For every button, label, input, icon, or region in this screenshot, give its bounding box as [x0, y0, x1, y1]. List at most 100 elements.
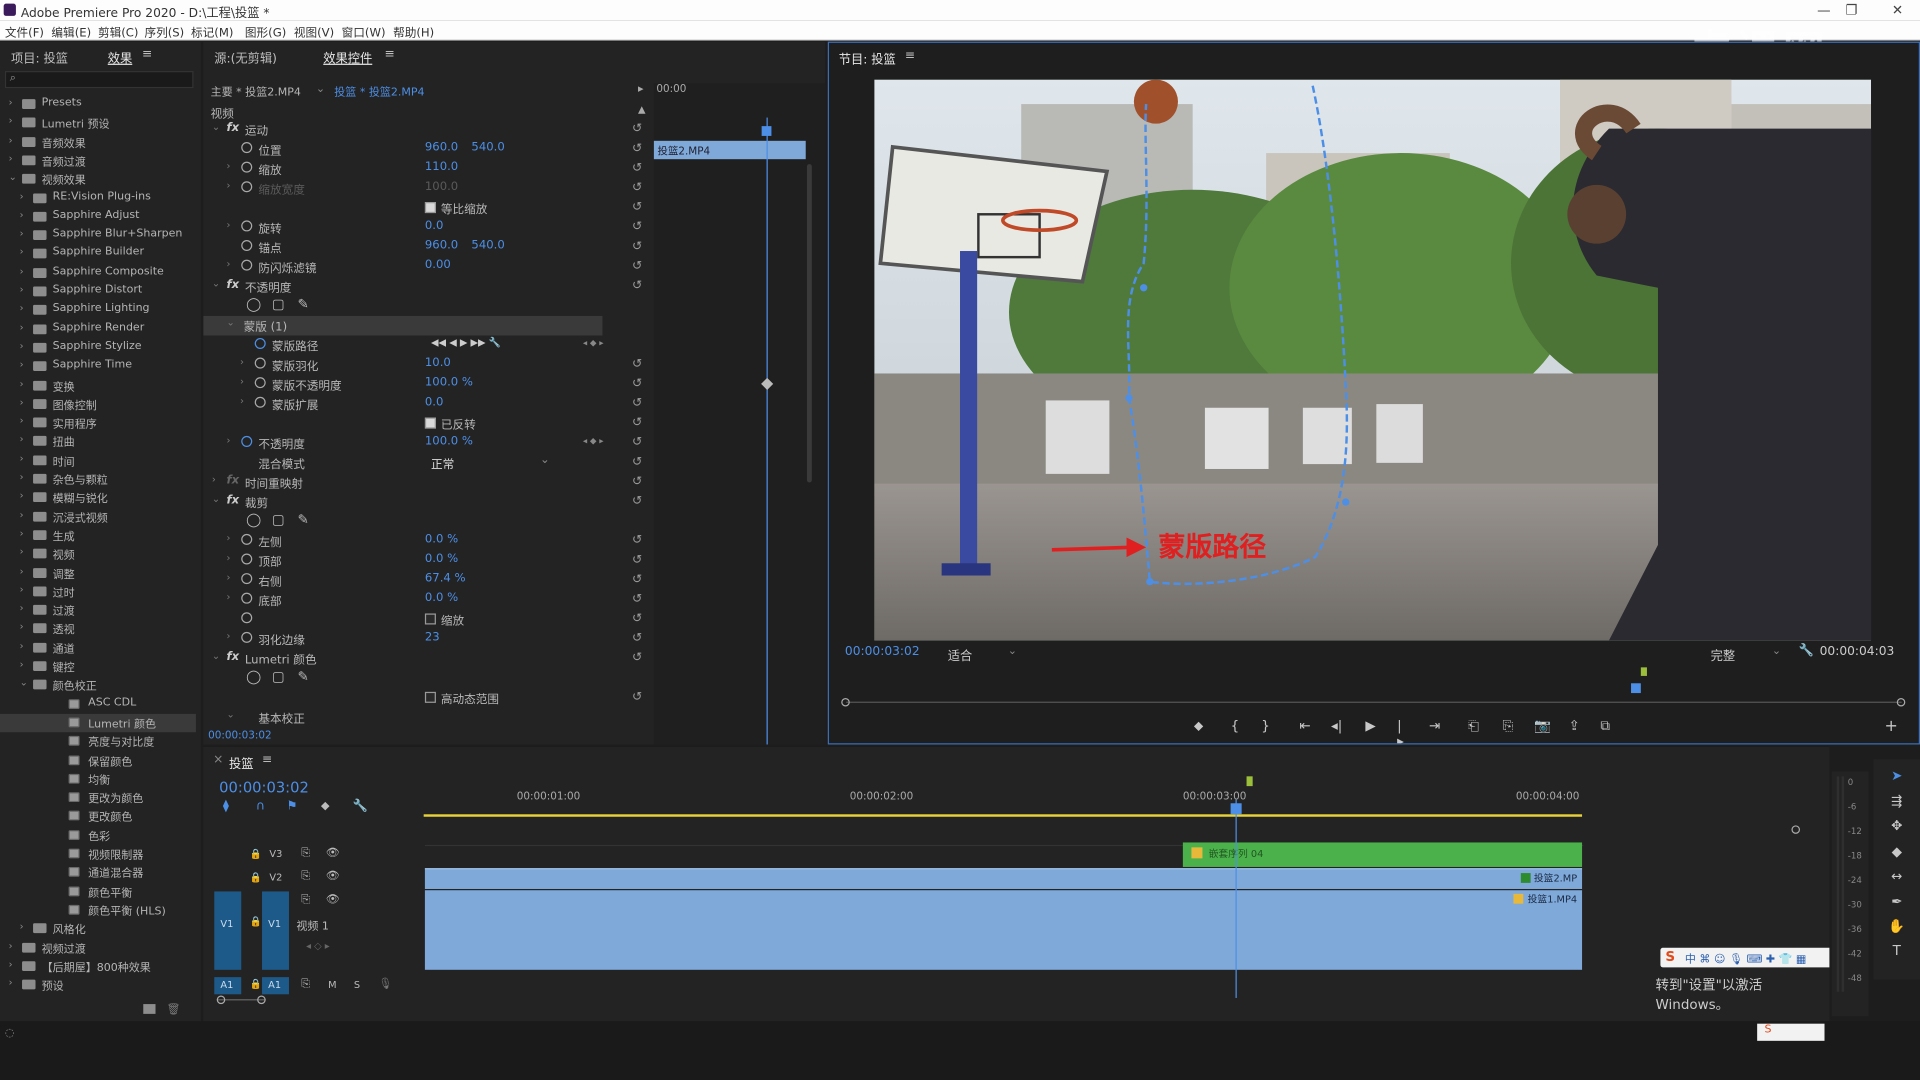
- tab-effect-controls[interactable]: 效果控件: [323, 48, 372, 66]
- effects-tree-item[interactable]: › 预设: [0, 976, 196, 994]
- effects-tree-item[interactable]: › Presets: [0, 96, 196, 114]
- reset-icon[interactable]: ↺: [632, 416, 642, 429]
- fit-chevron-down-icon[interactable]: ⌄: [1008, 645, 1017, 657]
- effects-tree-item[interactable]: › 【后期屋】800种效果: [0, 957, 196, 975]
- reset-icon[interactable]: ↺: [632, 181, 642, 194]
- effects-tree-item[interactable]: › 生成: [0, 526, 196, 544]
- effects-tree-item[interactable]: › 沉浸式视频: [0, 508, 196, 526]
- tab-project[interactable]: 项目: 投篮: [11, 48, 68, 66]
- property-value[interactable]: 67.4 %: [425, 572, 466, 585]
- effects-tree-item[interactable]: › 实用程序: [0, 414, 196, 432]
- property-value-2[interactable]: 540.0: [471, 239, 504, 252]
- chevron-right-icon[interactable]: ›: [20, 621, 24, 632]
- close-sequence-icon[interactable]: ×: [213, 753, 223, 766]
- v3-lock-icon[interactable]: 🔒: [250, 849, 262, 860]
- a1-target[interactable]: A1: [262, 977, 289, 995]
- v2-sync-icon[interactable]: ⎘: [301, 871, 310, 883]
- effects-tree-item[interactable]: 保留颜色: [0, 751, 196, 769]
- timeline-playhead[interactable]: [1235, 799, 1237, 998]
- stopwatch-icon[interactable]: [241, 181, 253, 193]
- reset-icon[interactable]: ↺: [632, 691, 642, 704]
- chevron-right-icon[interactable]: ›: [227, 572, 231, 583]
- video-frame[interactable]: 蒙版路径: [874, 79, 1872, 641]
- razor-tool-icon[interactable]: ◆: [1886, 844, 1908, 864]
- zoom-end-handle[interactable]: [257, 995, 266, 1005]
- property-value-2[interactable]: 540.0: [471, 141, 504, 154]
- property-value[interactable]: 23: [425, 631, 440, 644]
- effect-property-row[interactable]: › 缩放宽度 100.0 ↺: [203, 179, 644, 199]
- quality-chevron-down-icon[interactable]: ⌄: [1772, 645, 1781, 657]
- new-bin-icon[interactable]: [143, 1004, 156, 1014]
- reset-icon[interactable]: ↺: [632, 456, 642, 469]
- effect-property-row[interactable]: 已反转 ↺: [203, 414, 644, 434]
- v1-lock-icon[interactable]: 🔒: [250, 916, 262, 927]
- stopwatch-icon[interactable]: [241, 161, 253, 173]
- effects-tree-item[interactable]: 通道混合器: [0, 864, 196, 882]
- reset-icon[interactable]: ↺: [632, 260, 642, 273]
- chevron-right-icon[interactable]: ›: [227, 435, 231, 446]
- effects-tree-item[interactable]: › 扭曲: [0, 433, 196, 451]
- reset-icon[interactable]: ↺: [632, 632, 642, 645]
- effects-tree-item[interactable]: › Sapphire Stylize: [0, 339, 196, 357]
- pen-mask-icon[interactable]: ✎: [298, 669, 309, 685]
- v3-sync-icon[interactable]: ⎘: [301, 847, 310, 859]
- property-value[interactable]: 0.0: [425, 396, 444, 409]
- work-area-bar[interactable]: [423, 814, 1583, 817]
- chevron-right-icon[interactable]: ›: [227, 258, 231, 269]
- chevron-right-icon[interactable]: ›: [20, 659, 24, 670]
- chevron-down-icon[interactable]: ⌄: [227, 709, 235, 720]
- track-select-tool-icon[interactable]: ⇶: [1886, 793, 1908, 813]
- reset-icon[interactable]: ↺: [632, 142, 642, 155]
- stopwatch-icon[interactable]: [241, 220, 253, 232]
- program-scrubber[interactable]: [846, 701, 1902, 703]
- program-timecode[interactable]: 00:00:03:02: [845, 645, 920, 658]
- reset-icon[interactable]: ↺: [632, 593, 642, 606]
- chevron-right-icon[interactable]: ›: [20, 303, 24, 314]
- a1-mic-icon[interactable]: 🎙: [378, 978, 392, 990]
- go-to-out-icon[interactable]: ⇥: [1429, 718, 1440, 734]
- checkbox[interactable]: [424, 613, 436, 625]
- chevron-right-icon[interactable]: ›: [227, 533, 231, 544]
- property-value[interactable]: 0.0: [425, 219, 444, 232]
- property-value[interactable]: 0.0 %: [425, 552, 458, 565]
- close-icon[interactable]: ✕: [1892, 2, 1903, 18]
- reset-icon[interactable]: ↺: [632, 397, 642, 410]
- v1-sync-icon[interactable]: ⎘: [301, 894, 310, 906]
- a1-solo-button[interactable]: S: [354, 980, 360, 991]
- effects-tree-item[interactable]: 均衡: [0, 770, 196, 788]
- effects-tree-item[interactable]: ASC CDL: [0, 695, 196, 713]
- menu-help[interactable]: 帮助(H): [393, 23, 434, 40]
- extract-icon[interactable]: ⎘: [1502, 718, 1513, 735]
- effects-tree-item[interactable]: › 透视: [0, 620, 196, 638]
- v2-eye-icon[interactable]: 👁: [326, 871, 340, 883]
- keyframe-nav-icon[interactable]: ◂ ◆ ▸: [583, 436, 604, 446]
- reset-icon[interactable]: ↺: [632, 201, 642, 214]
- effects-tree-item[interactable]: › 视频过渡: [0, 939, 196, 957]
- chevron-right-icon[interactable]: ›: [9, 97, 13, 108]
- scrubber-start-handle[interactable]: [841, 697, 850, 707]
- effects-tree-item[interactable]: › Lumetri 预设: [0, 114, 196, 132]
- chevron-right-icon[interactable]: ›: [20, 434, 24, 445]
- effect-property-row[interactable]: 等比缩放 ↺: [203, 198, 644, 218]
- effects-tree-item[interactable]: ⌄ 视频效果: [0, 170, 196, 188]
- menu-clip[interactable]: 剪辑(C): [98, 23, 138, 40]
- reset-icon[interactable]: ↺: [632, 436, 642, 449]
- stopwatch-icon[interactable]: [254, 396, 266, 408]
- effects-tree-item[interactable]: › Sapphire Lighting: [0, 302, 196, 320]
- v1-eye-icon[interactable]: 👁: [326, 894, 340, 906]
- pen-mask-icon[interactable]: ✎: [298, 296, 309, 312]
- v1-source-patch[interactable]: V1: [214, 891, 242, 970]
- effect-property-row[interactable]: 蒙版路径 ◀◀ ◀ ▶ ▶▶ 🔧 ◂ ◆ ▸: [203, 336, 644, 356]
- stopwatch-icon[interactable]: [241, 533, 253, 545]
- menu-marker[interactable]: 标记(M): [191, 23, 233, 40]
- effect-property-row[interactable]: › 右侧 67.4 % ↺: [203, 571, 644, 591]
- property-value[interactable]: 100.0 %: [425, 435, 473, 448]
- mark-out-icon[interactable]: }: [1261, 718, 1270, 734]
- step-back-icon[interactable]: ◂|: [1331, 718, 1342, 734]
- nested-sequence-clip[interactable]: 嵌套序列 04: [1182, 842, 1583, 867]
- stopwatch-icon[interactable]: [241, 553, 253, 565]
- a1-mute-button[interactable]: M: [328, 980, 336, 991]
- effects-tree-item[interactable]: › Sapphire Blur+Sharpen: [0, 227, 196, 245]
- ec-footer-timecode[interactable]: 00:00:03:02: [208, 730, 272, 742]
- clip-v1[interactable]: 投篮1.MP4: [424, 890, 1583, 970]
